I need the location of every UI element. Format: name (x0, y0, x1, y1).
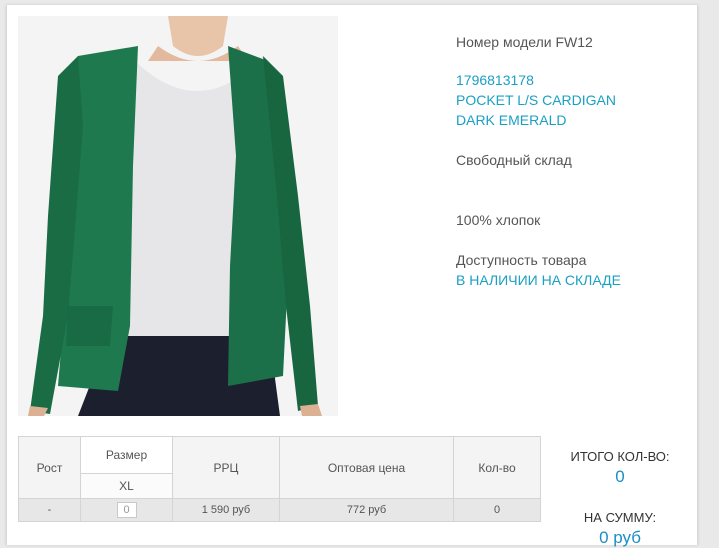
cardigan-photo-icon (18, 16, 338, 416)
column-header-size: Размер (80, 436, 173, 474)
product-photo (18, 16, 338, 416)
availability-status: В НАЛИЧИИ НА СКЛАДЕ (456, 272, 621, 288)
column-header-height: Рост (18, 436, 81, 499)
table-row: - 0 1 590 руб 772 руб 0 (18, 498, 541, 522)
article-number: 1796813178 (456, 72, 534, 88)
cell-size-qty: 0 (80, 498, 173, 522)
warehouse-label: Свободный склад (456, 152, 572, 168)
total-count: ИТОГО КОЛ-ВО: 0 (556, 449, 684, 487)
availability-label: Доступность товара (456, 252, 587, 268)
composition: 100% хлопок (456, 212, 541, 228)
total-sum-value: 0 руб (599, 528, 641, 547)
product-name-line1: POCKET L/S CARDIGAN (456, 92, 617, 108)
model-number: Номер модели FW12 (456, 34, 593, 50)
cell-wholesale: 772 руб (279, 498, 454, 522)
order-table: Рост Размер РРЦ Оптовая цена Кол-во XL -… (18, 436, 541, 522)
total-count-label: ИТОГО КОЛ-ВО: (570, 449, 670, 464)
size-value: XL (80, 473, 173, 499)
column-header-qty: Кол-во (453, 436, 541, 499)
product-color: DARK EMERALD (456, 112, 567, 128)
cell-qty: 0 (453, 498, 541, 522)
column-header-wholesale: Оптовая цена (279, 436, 454, 499)
cell-rrp: 1 590 руб (172, 498, 280, 522)
total-sum-label: НА СУММУ: (583, 510, 657, 525)
total-count-value: 0 (615, 467, 625, 486)
column-header-rrp: РРЦ (172, 436, 280, 499)
cell-height: - (18, 498, 81, 522)
product-info: Номер модели FW12 1796813178 POCKET L/S … (456, 32, 696, 290)
quantity-input[interactable]: 0 (116, 502, 137, 518)
total-sum: НА СУММУ: 0 руб (556, 510, 684, 548)
